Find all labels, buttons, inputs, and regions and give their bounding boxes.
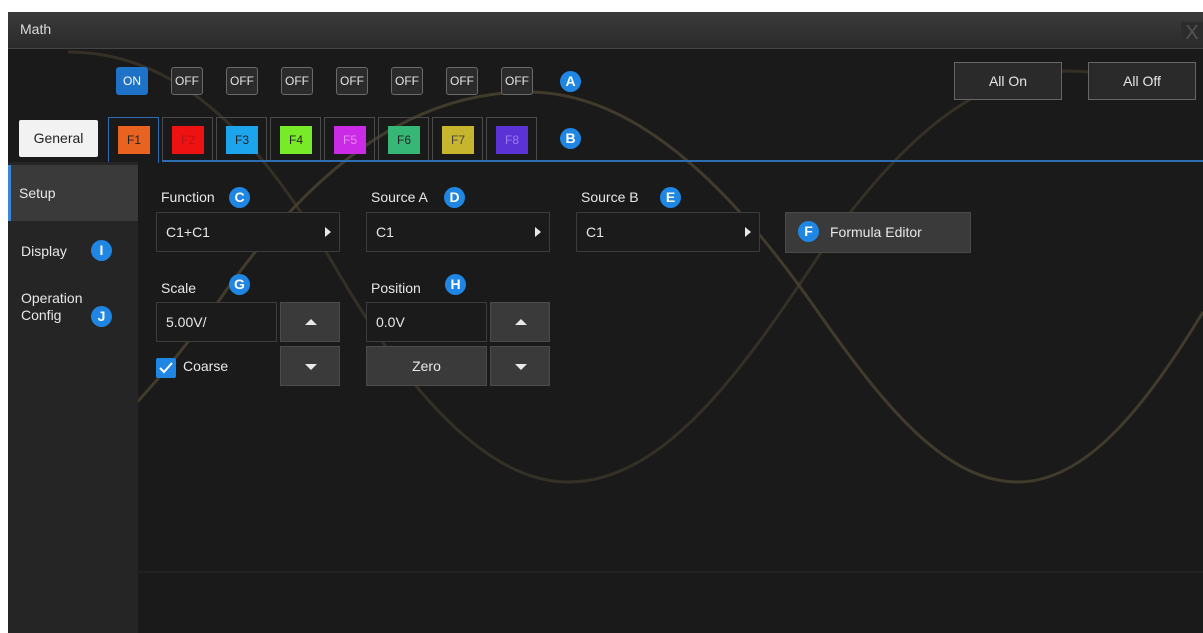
position-down-button[interactable]	[490, 346, 550, 386]
caret-down-icon	[305, 364, 317, 370]
tab-f1[interactable]: F1	[108, 117, 159, 163]
caret-right-icon	[535, 227, 541, 237]
caret-right-icon	[325, 227, 331, 237]
position-label: Position	[371, 280, 421, 296]
tab-general[interactable]: General	[19, 120, 98, 157]
math-dialog: Math X ON OFF OFF OFF OFF OFF OFF OFF A …	[8, 12, 1203, 633]
scale-input[interactable]: 5.00V/	[156, 302, 277, 342]
toggle-f4[interactable]: OFF	[281, 67, 313, 95]
function-selector[interactable]: C1+C1	[156, 212, 340, 252]
tab-f6[interactable]: F6	[378, 117, 429, 161]
callout-badge-f: F	[798, 221, 819, 242]
source-b-label: Source B	[581, 189, 639, 205]
window-title: Math	[20, 21, 52, 37]
callout-badge-a: A	[560, 71, 581, 92]
position-up-button[interactable]	[490, 302, 550, 342]
callout-badge-d: D	[444, 187, 465, 208]
tab-f3[interactable]: F3	[216, 117, 267, 161]
toggle-f8[interactable]: OFF	[501, 67, 533, 95]
formula-editor-label: Formula Editor	[830, 224, 922, 240]
toggle-f5[interactable]: OFF	[336, 67, 368, 95]
scale-label: Scale	[161, 280, 197, 296]
tab-underline	[162, 160, 1203, 162]
tab-f5[interactable]: F5	[324, 117, 375, 161]
sidebar-item-setup[interactable]: Setup	[8, 165, 138, 221]
function-value: C1+C1	[166, 224, 210, 240]
source-b-value: C1	[586, 224, 604, 240]
callout-badge-j: J	[91, 306, 112, 327]
caret-right-icon	[745, 227, 751, 237]
toggle-f6[interactable]: OFF	[391, 67, 423, 95]
source-b-selector[interactable]: C1	[576, 212, 760, 252]
callout-badge-e: E	[660, 187, 681, 208]
tab-f4[interactable]: F4	[270, 117, 321, 161]
close-icon[interactable]: X	[1181, 22, 1203, 46]
sidebar-item-label: Setup	[19, 185, 56, 201]
all-off-button[interactable]: All Off	[1088, 62, 1196, 100]
caret-up-icon	[305, 319, 317, 325]
callout-badge-g: G	[229, 274, 250, 295]
toggle-f7[interactable]: OFF	[446, 67, 478, 95]
callout-badge-c: C	[229, 187, 250, 208]
toggle-f1[interactable]: ON	[116, 67, 148, 95]
position-value: 0.0V	[376, 314, 405, 330]
coarse-checkbox[interactable]	[156, 358, 176, 378]
sidebar-item-label: Operation Config	[21, 290, 83, 323]
sidebar-item-operation-config[interactable]: Operation Config J	[8, 284, 138, 334]
toggle-f3[interactable]: OFF	[226, 67, 258, 95]
formula-editor-button[interactable]: F Formula Editor	[785, 212, 971, 253]
function-label: Function	[161, 189, 215, 205]
scale-up-button[interactable]	[280, 302, 340, 342]
tab-f7[interactable]: F7	[432, 117, 483, 161]
title-bar: Math X	[8, 12, 1203, 49]
callout-badge-b: B	[560, 128, 581, 149]
sidebar-item-display[interactable]: Display I	[8, 232, 138, 272]
zero-label: Zero	[412, 358, 441, 374]
caret-down-icon	[515, 364, 527, 370]
source-a-value: C1	[376, 224, 394, 240]
zero-button[interactable]: Zero	[366, 346, 487, 386]
toggle-f2[interactable]: OFF	[171, 67, 203, 95]
tab-f8[interactable]: F8	[486, 117, 537, 161]
tab-f2[interactable]: F2	[162, 117, 213, 161]
scale-value: 5.00V/	[166, 314, 207, 330]
source-a-label: Source A	[371, 189, 428, 205]
coarse-label: Coarse	[183, 358, 229, 374]
all-on-button[interactable]: All On	[954, 62, 1062, 100]
callout-badge-i: I	[91, 240, 112, 261]
checkmark-icon	[159, 362, 173, 374]
scale-down-button[interactable]	[280, 346, 340, 386]
caret-up-icon	[515, 319, 527, 325]
callout-badge-h: H	[445, 274, 466, 295]
position-input[interactable]: 0.0V	[366, 302, 487, 342]
sidebar-item-label: Display	[21, 243, 67, 259]
source-a-selector[interactable]: C1	[366, 212, 550, 252]
